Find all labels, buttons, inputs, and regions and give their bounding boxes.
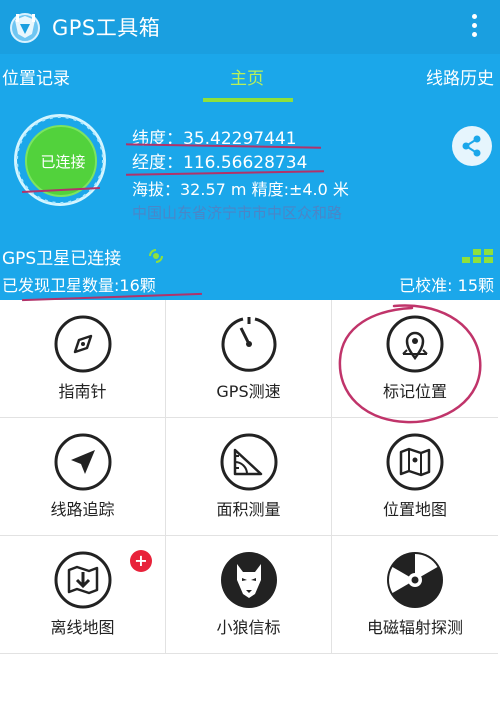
offline-map-icon: [54, 551, 111, 609]
map-icon: [386, 433, 444, 491]
satellite-title: GPS卫星已连接: [2, 249, 122, 269]
tab-location-records[interactable]: 位置记录: [2, 64, 70, 89]
connection-circle: 已连接: [25, 125, 97, 197]
badge-plus-text: +: [134, 551, 148, 570]
signal-bars-icon: [462, 249, 493, 263]
connection-label: 已连接: [40, 153, 86, 171]
tool-emf-detector[interactable]: 电磁辐射探测: [332, 536, 498, 654]
radiation-icon: [387, 552, 443, 608]
tool-offline-map[interactable]: + 离线地图: [0, 536, 166, 654]
altitude-accuracy-text: 海拔：32.57 m 精度:±4.0 米: [132, 180, 349, 199]
tool-route-tracking[interactable]: 线路追踪: [0, 418, 166, 536]
compass-icon: [54, 315, 111, 373]
tool-label: 电磁辐射探测: [366, 618, 463, 637]
tool-label: 线路追踪: [50, 500, 115, 519]
tool-label: 指南针: [58, 382, 107, 401]
tool-gps-speed[interactable]: GPS测速: [166, 300, 332, 418]
gps-tool-logo-icon: [10, 13, 40, 43]
tool-location-map[interactable]: 位置地图: [332, 418, 498, 536]
tool-label: 小狼信标: [216, 618, 281, 637]
tool-wolf-beacon[interactable]: 小狼信标: [166, 536, 332, 654]
tool-label: 位置地图: [382, 500, 447, 519]
annotation-circle: [338, 304, 482, 424]
satellite-status-bar: GPS卫星已连接 已发现卫星数量:16颗 已校准: 15颗: [0, 238, 500, 302]
satellites-found-text: 已发现卫星数量:16颗: [2, 276, 156, 295]
gps-signal-icon: [149, 249, 163, 263]
protractor-icon: [220, 433, 277, 491]
app-bar: GPS工具箱: [0, 0, 500, 54]
tab-route-history[interactable]: 线路历史: [426, 64, 494, 89]
navigation-arrow-icon: [54, 433, 111, 491]
tool-label: 离线地图: [50, 618, 115, 637]
share-icon: [462, 135, 481, 157]
gps-status-panel: 已连接 纬度：35.42297441 经度：116.56628734 海拔：32…: [0, 102, 500, 238]
app-title: GPS工具箱: [52, 16, 161, 40]
tool-area-measure[interactable]: 面积测量: [166, 418, 332, 536]
tool-label: 面积测量: [216, 500, 281, 519]
satellites-calibrated-text: 已校准: 15颗: [399, 276, 494, 295]
speedometer-icon: [221, 317, 276, 372]
wolf-icon: [220, 552, 277, 608]
tool-label: GPS测速: [216, 382, 281, 401]
longitude-text: 经度：116.56628734: [132, 153, 308, 173]
tab-home[interactable]: 主页: [230, 64, 264, 89]
tool-compass[interactable]: 指南针: [0, 300, 166, 418]
address-text: 中国山东省济宁市市中区众和路: [132, 204, 343, 222]
new-badge: +: [130, 550, 152, 572]
more-vert-icon[interactable]: [470, 14, 478, 42]
share-button[interactable]: [452, 126, 492, 166]
tab-bar: 位置记录 主页 线路历史: [0, 54, 500, 102]
